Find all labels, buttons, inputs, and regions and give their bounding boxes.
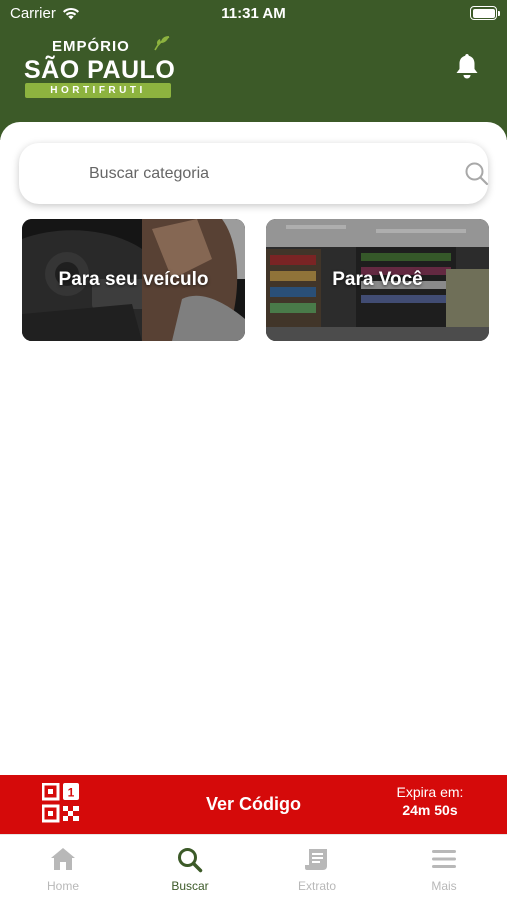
tab-home-label: Home bbox=[46, 879, 79, 893]
bell-icon[interactable] bbox=[454, 52, 480, 80]
category-label-you: Para Você bbox=[332, 269, 423, 290]
bottom-tab-bar: Home Buscar Extrato Mais bbox=[0, 834, 507, 900]
code-bar[interactable]: 1 Ver Código Expira em: 24m 50s bbox=[0, 775, 507, 834]
logo-line-1: EMPÓRIO bbox=[52, 38, 130, 55]
leaf-icon bbox=[154, 36, 170, 51]
app-header: Carrier 11:31 AM EMPÓRIO SÃO PAULO HORTI… bbox=[0, 0, 507, 140]
battery-icon bbox=[470, 6, 500, 20]
search-bar[interactable] bbox=[19, 143, 490, 204]
brand-logo: EMPÓRIO SÃO PAULO HORTIFRUTI bbox=[24, 36, 176, 102]
category-label-vehicle: Para seu veículo bbox=[58, 269, 209, 290]
content-sheet: Para seu veículo Para Você bbox=[0, 122, 507, 775]
logo-line-2: SÃO PAULO bbox=[24, 56, 176, 84]
search-icon[interactable] bbox=[464, 161, 490, 187]
status-time: 11:31 AM bbox=[221, 5, 286, 22]
category-card-you[interactable]: Para Você bbox=[266, 219, 489, 341]
tab-extrato[interactable]: Extrato bbox=[254, 835, 380, 900]
expire-timer: 24m 50s bbox=[402, 802, 458, 818]
tab-mais-label: Mais bbox=[431, 879, 457, 893]
status-bar: Carrier 11:31 AM bbox=[0, 0, 507, 28]
menu-icon bbox=[432, 850, 456, 868]
tab-buscar[interactable]: Buscar bbox=[127, 835, 253, 900]
tab-home[interactable]: Home bbox=[0, 835, 126, 900]
tab-buscar-label: Buscar bbox=[171, 879, 209, 893]
search-input[interactable] bbox=[89, 143, 439, 204]
category-card-vehicle[interactable]: Para seu veículo bbox=[22, 219, 245, 341]
tab-mais[interactable]: Mais bbox=[381, 835, 507, 900]
expire-label: Expira em: bbox=[396, 784, 464, 800]
search-icon bbox=[178, 848, 203, 873]
receipt-icon bbox=[305, 849, 327, 870]
logo-line-3: HORTIFRUTI bbox=[25, 83, 171, 98]
home-icon bbox=[51, 848, 75, 870]
tab-extrato-label: Extrato bbox=[297, 879, 336, 893]
